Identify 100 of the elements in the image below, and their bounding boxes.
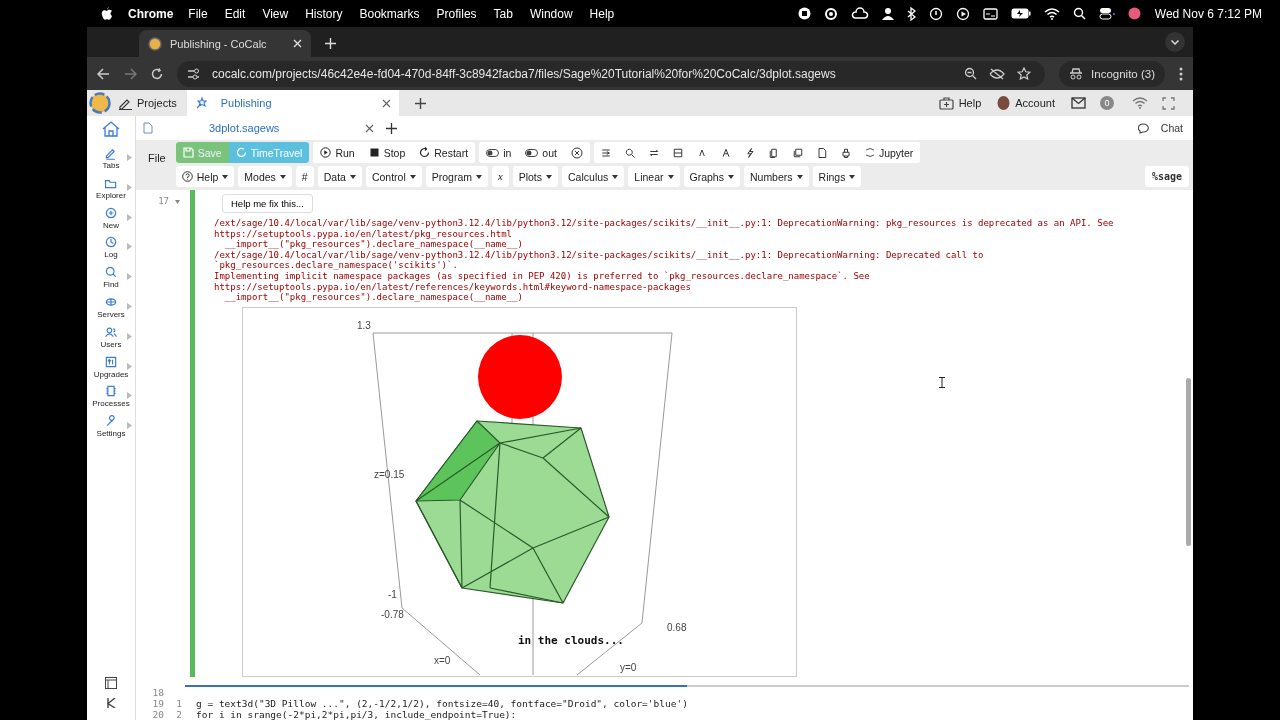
sidebar-item[interactable]: Upgrades	[87, 354, 135, 385]
account-button[interactable]: Account	[997, 96, 1055, 110]
site-settings-icon[interactable]	[187, 67, 200, 80]
toggle-icon	[525, 148, 539, 157]
user-icon[interactable]	[881, 7, 894, 20]
mode-button[interactable]: %sage	[1144, 166, 1189, 187]
menu-item[interactable]: Edit	[224, 6, 246, 21]
app-menu[interactable]: Chrome	[128, 6, 174, 21]
help-button[interactable]: Help	[938, 96, 982, 110]
projects-button[interactable]: Projects	[111, 90, 187, 116]
plot-text: in the clouds...	[518, 633, 624, 647]
menu-button[interactable]: x	[492, 166, 509, 187]
history-icon[interactable]	[928, 6, 943, 21]
bluetooth-icon[interactable]	[906, 6, 916, 21]
browser-tab[interactable]: Publishing - CoCalc	[139, 30, 311, 57]
menu-button[interactable]: Program	[425, 166, 488, 187]
menu-button[interactable]: #	[295, 166, 314, 187]
line-number: 1	[176, 697, 182, 709]
collapse-icon[interactable]	[175, 200, 180, 204]
cloud-icon[interactable]	[850, 6, 869, 21]
menu-item[interactable]: Tab	[493, 6, 513, 21]
sidebar-icon	[104, 324, 118, 339]
caret-icon	[727, 174, 734, 179]
search-icon[interactable]	[1072, 7, 1086, 20]
sidebar-item[interactable]: Find	[87, 265, 135, 295]
menu-button[interactable]: Modes	[238, 166, 292, 187]
menu-button[interactable]: Data	[317, 166, 362, 187]
chat-button[interactable]: Chat	[1137, 122, 1183, 134]
menu-item[interactable]: Bookmarks	[359, 6, 420, 21]
menu-item[interactable]: File	[188, 6, 208, 21]
sidebar-item[interactable]: Servers	[87, 295, 135, 325]
apple-icon[interactable]	[101, 6, 113, 21]
incognito-icon	[1069, 67, 1084, 80]
menu-button[interactable]: Graphs	[683, 166, 740, 187]
sidebar-item[interactable]: Explorer	[87, 175, 135, 206]
toolbar-icon	[791, 146, 804, 159]
k-icon[interactable]	[106, 698, 116, 708]
sidebar-item[interactable]: Users	[87, 324, 135, 355]
caret-icon	[546, 174, 553, 179]
more-icon[interactable]	[1179, 66, 1183, 81]
menu-item[interactable]: View	[262, 6, 289, 21]
avatar-icon[interactable]	[1127, 7, 1141, 20]
clock[interactable]: Wed Nov 6 7:12 PM	[1154, 6, 1262, 21]
incognito-button[interactable]: Incognito (3)	[1059, 60, 1165, 87]
notification-count[interactable]: 0	[1100, 96, 1114, 110]
menu-item[interactable]: Window	[529, 6, 573, 21]
file-menu[interactable]: File	[148, 152, 166, 164]
window-icon[interactable]	[982, 7, 998, 20]
wifi-icon[interactable]	[1043, 7, 1060, 20]
sidebar-item[interactable]: Processes	[87, 384, 135, 415]
cell-number: 17	[158, 196, 169, 206]
sidebar-item[interactable]: New	[87, 205, 135, 236]
stop-icon[interactable]	[797, 7, 811, 20]
sidebar-icon	[104, 384, 118, 399]
reload-icon[interactable]	[151, 67, 163, 80]
battery-icon[interactable]	[1010, 8, 1031, 19]
tab-search-icon[interactable]	[1165, 32, 1185, 52]
menu-button[interactable]: Calculus	[562, 166, 625, 187]
file-tab[interactable]: 3dplot.sagews	[209, 122, 375, 134]
menu-item[interactable]: Profiles	[436, 6, 477, 21]
cocalc-logo-icon[interactable]	[89, 92, 111, 114]
menu-button[interactable]: Numbers	[743, 166, 809, 187]
cell-number: 20	[151, 709, 164, 720]
menu-item[interactable]: History	[305, 6, 343, 21]
mail-icon[interactable]	[1071, 97, 1086, 109]
sync-icon[interactable]	[823, 6, 838, 21]
caret-icon	[476, 174, 482, 179]
fullscreen-icon[interactable]	[1162, 96, 1175, 110]
address-bar[interactable]: cocalc.com/projects/46c42e4e-fd04-470d-84ff-3c8942facba7/files/Sage%20Tutorial%20for%20CoCalc/3dplot.sagews	[177, 60, 1046, 87]
close-icon[interactable]	[365, 123, 375, 133]
back-icon[interactable]	[97, 67, 110, 80]
menu-button[interactable]: Help	[175, 166, 235, 187]
sidebar-item[interactable]: Tabs	[87, 146, 135, 176]
sidebar-item[interactable]: Log	[87, 235, 135, 266]
home-icon[interactable]	[102, 121, 120, 137]
menu-button[interactable]: Plots	[512, 166, 559, 187]
layout-icon[interactable]	[105, 677, 117, 689]
scrollbar[interactable]	[1186, 378, 1191, 546]
sidebar-icon	[104, 235, 118, 250]
eye-off-icon[interactable]	[989, 67, 1006, 80]
new-tab-icon[interactable]	[386, 122, 398, 134]
sidebar-item[interactable]: Settings	[87, 414, 135, 444]
new-tab-icon[interactable]	[414, 97, 426, 109]
menu-item[interactable]: Help	[589, 6, 615, 21]
caret-icon	[222, 174, 229, 179]
help-me-fix-button[interactable]: Help me fix this...	[222, 194, 313, 213]
project-tab[interactable]: Publishing	[186, 90, 399, 116]
play-icon[interactable]	[955, 6, 970, 21]
menu-button[interactable]: Rings	[812, 166, 862, 187]
close-icon[interactable]	[381, 98, 391, 108]
zoom-icon[interactable]	[964, 67, 978, 80]
star-icon[interactable]	[1017, 67, 1032, 80]
menu-button[interactable]: Linear	[628, 166, 680, 187]
plot-3d-drawing[interactable]: 1.3 z=0.15 -1 -0.78 0.68 in the clouds... x=0 y=0	[242, 306, 797, 677]
error-output-line: __import__("pkg_resources").declare_namespace(__name__)	[223, 239, 523, 250]
forward-icon[interactable]	[124, 67, 137, 80]
axis-label: -0.78	[381, 608, 404, 620]
menu-button[interactable]: Control	[365, 166, 422, 187]
caret-icon	[796, 174, 803, 179]
toggle-icon[interactable]	[1098, 7, 1115, 20]
